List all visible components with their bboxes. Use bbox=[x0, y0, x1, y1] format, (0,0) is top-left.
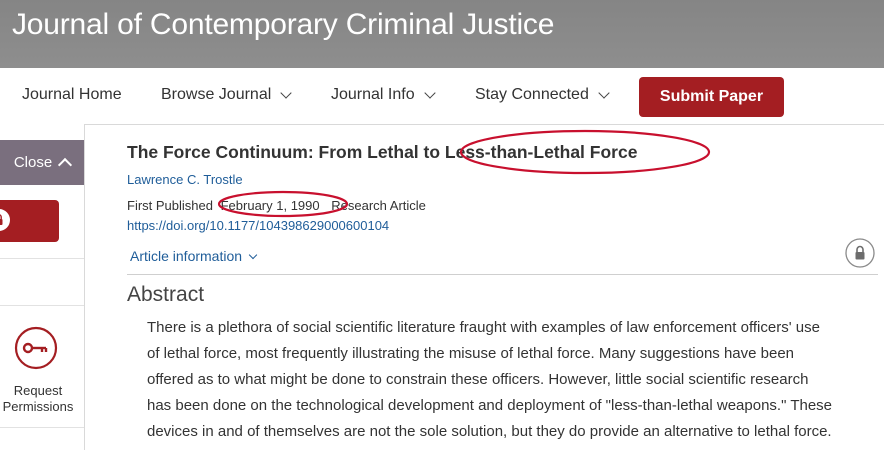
abstract-line: There is a plethora of social scientific… bbox=[147, 319, 820, 336]
abstract-line: offered as to what might be done to cons… bbox=[147, 371, 809, 388]
section-divider bbox=[127, 274, 878, 275]
permissions-label-line1: Request bbox=[13, 383, 63, 398]
chevron-down-icon bbox=[598, 86, 610, 99]
abstract-body: There is a plethora of social scientific… bbox=[147, 315, 882, 445]
article-information-label: Article information bbox=[130, 248, 243, 264]
abstract-line: of lethal force, most frequently illustr… bbox=[147, 345, 795, 362]
publication-info: First Published February 1, 1990 Researc… bbox=[127, 198, 426, 213]
nav-browse-journal[interactable]: Browse Journal bbox=[161, 86, 292, 104]
sidebar-divider bbox=[0, 427, 84, 428]
article-information-toggle[interactable]: Article information bbox=[130, 248, 258, 264]
first-published-label: First Published bbox=[127, 198, 213, 213]
chevron-down-icon bbox=[280, 86, 292, 99]
publication-date: February 1, 1990 bbox=[220, 198, 320, 213]
sidebar-divider bbox=[0, 258, 84, 259]
main-nav: Journal Home Browse Journal Journal Info… bbox=[0, 68, 884, 125]
nav-journal-info-label: Journal Info bbox=[331, 86, 415, 103]
nav-journal-home-label: Journal Home bbox=[22, 86, 122, 103]
close-label: Close bbox=[13, 154, 53, 171]
nav-journal-home[interactable]: Journal Home bbox=[22, 86, 122, 104]
abstract-line: devices in and of themselves are not the… bbox=[147, 423, 832, 440]
nav-journal-info[interactable]: Journal Info bbox=[331, 86, 436, 104]
chevron-up-icon bbox=[58, 157, 73, 173]
permissions-label-line2: Permissions bbox=[2, 399, 74, 414]
sidebar-divider bbox=[0, 305, 84, 306]
request-permissions-link[interactable]: Request Permissions bbox=[0, 383, 76, 415]
close-sidebar-button[interactable]: Close bbox=[0, 140, 84, 185]
abstract-heading: Abstract bbox=[127, 283, 205, 306]
key-icon[interactable] bbox=[14, 326, 58, 370]
chevron-down-icon bbox=[248, 250, 258, 259]
nav-stay-connected-label: Stay Connected bbox=[475, 86, 589, 103]
journal-title[interactable]: Journal of Contemporary Criminal Justice bbox=[12, 8, 554, 42]
doi-link[interactable]: https://doi.org/10.1177/1043986290006001… bbox=[127, 218, 389, 233]
nav-stay-connected[interactable]: Stay Connected bbox=[475, 86, 610, 104]
access-button[interactable] bbox=[0, 200, 59, 242]
nav-browse-journal-label: Browse Journal bbox=[161, 86, 272, 103]
chevron-down-icon bbox=[423, 86, 436, 99]
access-lock-icon[interactable] bbox=[845, 238, 875, 268]
abstract-line: has been done on the technological devel… bbox=[147, 397, 833, 414]
article-type: Research Article bbox=[331, 198, 426, 213]
lock-icon bbox=[0, 209, 10, 231]
submit-paper-button[interactable]: Submit Paper bbox=[639, 77, 784, 117]
author-link[interactable]: Lawrence C. Trostle bbox=[127, 172, 243, 187]
article-tools-sidebar: Close Request Permissions bbox=[0, 124, 85, 450]
article-title: The Force Continuum: From Lethal to Less… bbox=[127, 142, 638, 162]
journal-banner: Journal of Contemporary Criminal Justice bbox=[0, 0, 884, 68]
